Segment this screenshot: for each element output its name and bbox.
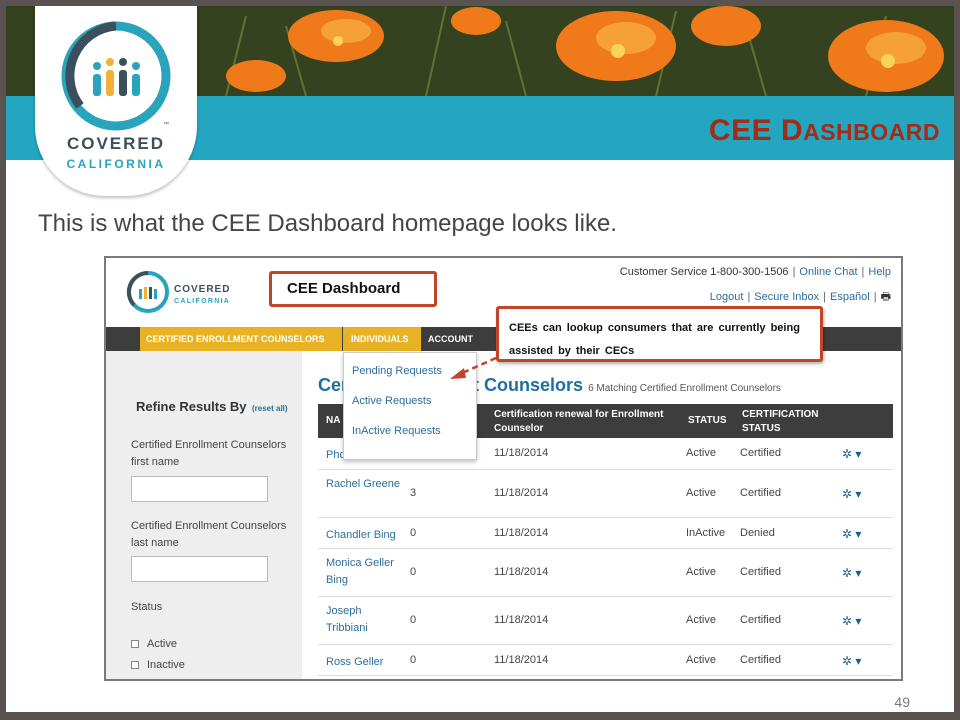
row-status: InActive — [686, 526, 726, 539]
row-status: Active — [686, 487, 716, 499]
customer-service-text: Customer Service 1-800-300-1506 — [619, 266, 789, 278]
dashboard-screenshot: COVERED CALIFORNIA CEE Dashboard Custome… — [104, 256, 903, 681]
online-chat-link[interactable]: Online Chat — [799, 266, 857, 278]
table-row: Monica Geller Bing 0 11/18/2014 Active Certi… — [318, 549, 893, 597]
row-cert-status: Certified — [740, 487, 781, 499]
row-status: Active — [686, 447, 716, 459]
row-renewal-date: 11/18/2014 — [494, 566, 549, 578]
first-name-input[interactable] — [131, 476, 268, 502]
table-row: Joseph Tribbiani 0 11/18/2014 Active Certifi… — [318, 597, 893, 645]
row-status: Active — [686, 653, 716, 666]
refine-title: Refine Results By — [136, 399, 247, 414]
last-name-label: Certified Enrollment Counselors last nam… — [131, 520, 287, 549]
covered-california-logo: COVERED CALIFORNIA ™ — [35, 6, 197, 196]
last-name-input[interactable] — [131, 556, 268, 582]
reset-all-link[interactable]: (reset all) — [252, 404, 288, 413]
row-cert-status: Certified — [740, 614, 781, 626]
col-cert-status[interactable]: CERTIFICATION STATUS — [742, 408, 832, 436]
row-cert-status: Certified — [740, 447, 781, 459]
tab-individuals[interactable]: INDIVIDUALS — [343, 327, 421, 351]
gear-icon[interactable]: ✲ ▾ — [842, 654, 861, 668]
gear-icon[interactable]: ✲ ▾ — [842, 614, 861, 628]
page-number: 49 — [894, 694, 910, 710]
header-links: Customer Service 1-800-300-1506 | Online C… — [619, 266, 891, 303]
row-name-link[interactable]: Chandler Bing — [326, 527, 404, 544]
row-count: 0 — [410, 566, 417, 578]
row-renewal-date: 11/18/2014 — [494, 487, 549, 499]
pending-requests-item[interactable]: Pending Requests — [352, 365, 442, 377]
active-requests-item[interactable]: Active Requests — [352, 395, 431, 407]
logo-trademark: ™ — [163, 121, 169, 128]
row-count: 0 — [410, 653, 417, 666]
inactive-checkbox[interactable]: Inactive — [131, 659, 185, 671]
refine-sidebar: Refine Results By (reset all) Certified … — [106, 351, 302, 679]
active-checkbox[interactable]: Active — [131, 638, 177, 650]
gear-icon[interactable]: ✲ ▾ — [842, 447, 861, 461]
col-renewal[interactable]: Certification renewal for Enrollment Cou… — [494, 408, 684, 436]
gear-icon[interactable]: ✲ ▾ — [842, 487, 861, 501]
row-count: 0 — [410, 614, 417, 626]
row-cert-status: Certified — [740, 653, 781, 666]
gear-icon[interactable]: ✲ ▾ — [842, 527, 861, 541]
table-row: Chandler Bing 0 11/18/2014 InActive Denied ✲ … — [318, 518, 893, 549]
row-status: Active — [686, 614, 716, 626]
logo-line2: CALIFORNIA — [67, 157, 166, 171]
row-renewal-date: 11/18/2014 — [494, 614, 549, 626]
inactive-requests-item[interactable]: InActive Requests — [352, 425, 441, 437]
col-status[interactable]: STATUS — [688, 414, 727, 428]
row-status: Active — [686, 566, 716, 578]
col-name[interactable]: NA — [326, 414, 340, 428]
row-cert-status: Denied — [740, 526, 775, 539]
row-name-link[interactable]: Rachel Greene — [326, 476, 404, 493]
gear-icon[interactable]: ✲ ▾ — [842, 566, 861, 580]
row-name-link[interactable]: Ross Geller — [326, 654, 404, 671]
svg-text:CALIFORNIA: CALIFORNIA — [174, 298, 230, 305]
row-cert-status: Certified — [740, 566, 781, 578]
tab-account[interactable]: ACCOUNT — [428, 327, 488, 351]
row-renewal-date: 11/18/2014 — [494, 447, 549, 459]
row-renewal-date: 11/18/2014 — [494, 653, 549, 666]
row-name-link[interactable]: Monica Geller Bing — [326, 555, 404, 589]
status-label: Status — [131, 601, 163, 613]
espanol-link[interactable]: Español — [830, 291, 870, 303]
secure-inbox-link[interactable]: Secure Inbox — [754, 291, 819, 303]
site-logo[interactable]: COVERED CALIFORNIA — [124, 268, 254, 318]
row-count: 0 — [410, 526, 417, 539]
tab-certified-enrollment-counselors[interactable]: CERTIFIED ENROLLMENT COUNSELORS — [140, 327, 342, 351]
slide-title: CEE DASHBOARD — [708, 114, 940, 147]
svg-text:COVERED: COVERED — [174, 284, 230, 295]
slide: CEE DASHBOARD COVERED CALIFORNIA ™ This … — [6, 6, 954, 712]
row-renewal-date: 11/18/2014 — [494, 526, 549, 539]
logout-link[interactable]: Logout — [710, 291, 744, 303]
slide-subtitle: This is what the CEE Dashboard homepage … — [38, 210, 617, 237]
row-name-link[interactable]: Joseph Tribbiani — [326, 603, 404, 637]
table-row: Rachel Greene 3 11/18/2014 Active Certified ✲… — [318, 470, 893, 518]
row-count: 3 — [410, 487, 417, 499]
table-row: Ross Geller 0 11/18/2014 Active Certified ✲ ▾ — [318, 645, 893, 676]
printer-icon[interactable]: 🖶 — [881, 291, 891, 303]
cee-dashboard-label: CEE Dashboard — [269, 271, 437, 307]
help-link[interactable]: Help — [868, 266, 891, 278]
logo-line1: COVERED — [67, 134, 165, 153]
first-name-label: Certified Enrollment Counselors first na… — [131, 439, 287, 468]
callout-note: CEEs can lookup consumers that are curre… — [496, 306, 823, 362]
results-count: 6 Matching Certified Enrollment Counselo… — [588, 383, 781, 394]
